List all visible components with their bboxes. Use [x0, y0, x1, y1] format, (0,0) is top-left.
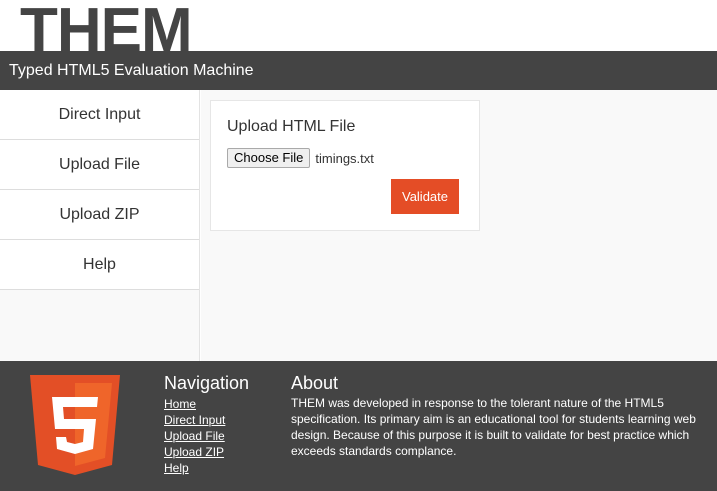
- sidebar-item-upload-file[interactable]: Upload File: [0, 140, 199, 190]
- footer-link-direct-input[interactable]: Direct Input: [164, 412, 274, 428]
- footer-nav-heading: Navigation: [164, 373, 250, 393]
- selected-file-name: timings.txt: [315, 150, 374, 166]
- footer-about-text: THEM was developed in response to the to…: [291, 396, 696, 458]
- sidebar: Direct Input Upload File Upload ZIP Help: [0, 90, 200, 361]
- footer-link-help[interactable]: Help: [164, 460, 274, 476]
- validate-button[interactable]: Validate: [391, 179, 459, 214]
- footer-about-heading: About: [291, 373, 339, 393]
- footer-link-upload-zip[interactable]: Upload ZIP: [164, 444, 274, 460]
- upload-title: Upload HTML File: [227, 118, 356, 135]
- sidebar-item-help[interactable]: Help: [0, 240, 199, 290]
- sidebar-item-direct-input[interactable]: Direct Input: [0, 90, 199, 140]
- title-bar: Typed HTML5 Evaluation Machine: [0, 51, 717, 90]
- choose-file-button[interactable]: Choose File: [227, 148, 311, 168]
- logo-area: THEM: [0, 0, 717, 51]
- footer-navigation: Navigation Home Direct Input Upload File…: [164, 373, 274, 476]
- html5-shield-icon: [30, 375, 120, 475]
- logo-text: THEM: [20, 0, 193, 51]
- footer-about: About THEM was developed in response to …: [291, 373, 706, 459]
- footer-link-home[interactable]: Home: [164, 396, 274, 412]
- footer-link-upload-file[interactable]: Upload File: [164, 428, 274, 444]
- main-content: Upload HTML File Choose File timings.txt…: [201, 90, 717, 361]
- sidebar-item-upload-zip[interactable]: Upload ZIP: [0, 190, 199, 240]
- upload-card: Upload HTML File Choose File timings.txt…: [210, 100, 480, 231]
- file-picker: Choose File timings.txt: [227, 148, 374, 168]
- footer: Navigation Home Direct Input Upload File…: [0, 361, 717, 491]
